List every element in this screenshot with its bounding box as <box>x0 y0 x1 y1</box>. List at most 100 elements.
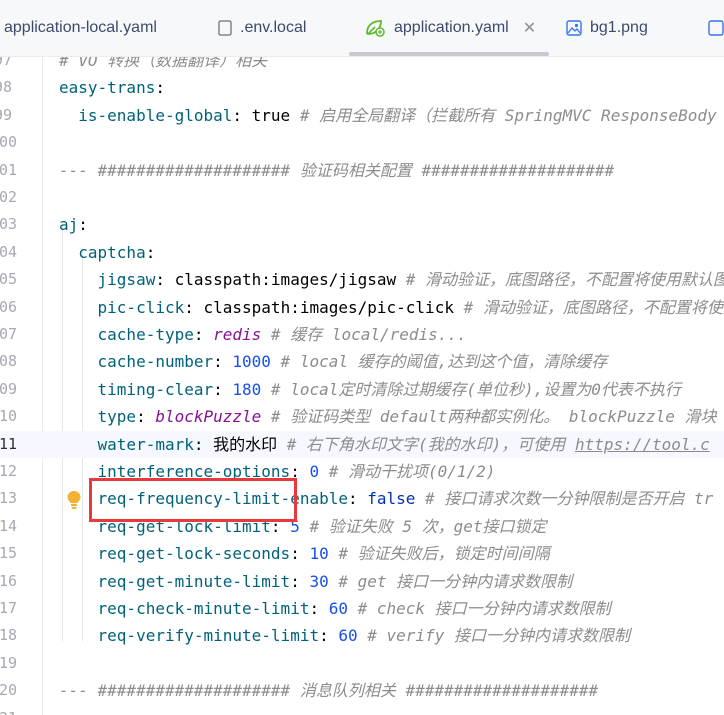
yaml-token: : <box>78 215 88 235</box>
code-line[interactable]: 107 cache-type: redis # 缓存 local/redis..… <box>0 321 724 348</box>
code-line[interactable]: 100 <box>0 129 724 156</box>
yaml-token: : <box>290 462 310 481</box>
code-text: # VO 转换（数据翻译）相关 <box>59 57 267 74</box>
code-line[interactable]: 117 req-check-minute-limit: 60 # check 接… <box>0 595 724 622</box>
yaml-comment: # check 接口一分钟内请求数限制 <box>347 599 611 618</box>
code-line[interactable]: 99 is-enable-global: true # 启用全局翻译（拦截所有 … <box>0 102 724 129</box>
code-line[interactable]: 97 # VO 转换（数据翻译）相关 <box>0 57 724 74</box>
yaml-comment[interactable]: https://tool.c <box>575 435 710 454</box>
tab-env-local[interactable]: .env.local <box>218 0 306 56</box>
line-number: 117 <box>0 599 18 617</box>
code-line[interactable]: 115 req-get-lock-seconds: 10 # 验证失败后，锁定时… <box>0 540 724 567</box>
tab-application-yaml[interactable]: application.yaml ✕ <box>364 0 536 56</box>
code-editor[interactable]: 97# VO 转换（数据翻译）相关98easy-trans:99 is-enab… <box>0 57 724 715</box>
yaml-token: true <box>251 105 300 125</box>
yaml-token <box>59 380 98 399</box>
line-number: 101 <box>0 160 18 179</box>
code-text: req-get-lock-seconds: 10 # 验证失败后，锁定时间间隔 <box>59 540 550 567</box>
line-number: 112 <box>0 462 18 480</box>
yaml-token: 30 <box>309 571 329 591</box>
code-text: req-verify-minute-limit: 60 # verify 接口一… <box>59 622 630 649</box>
yaml-comment: # 滑动验证，底图路径，不配置将使用默认 <box>463 297 724 317</box>
code-text: is-enable-global: true # 启用全局翻译（拦截所有 Spr… <box>59 102 717 129</box>
code-line[interactable]: 114 req-get-lock-limit: 5 # 验证失败 5 次，get… <box>0 513 724 540</box>
yaml-comment: # 启用全局翻译（拦截所有 SpringMVC ResponseBody <box>299 105 717 125</box>
code-line[interactable]: 113 req-frequency-limit-enable: false # … <box>0 485 724 512</box>
yaml-token: : <box>184 297 204 317</box>
yaml-token: : <box>193 434 214 454</box>
tab-label: application.yaml <box>394 19 509 36</box>
yaml-key: req-get-lock-limit <box>97 516 271 536</box>
tab-bg1-png[interactable]: bg1.png <box>566 0 648 56</box>
yaml-comment: # local定时清除过期缓存(单位秒),设置为0代表不执行 <box>261 379 681 399</box>
code-line[interactable]: 101 --- #################### 验证码相关配置 ####… <box>0 157 724 184</box>
code-line[interactable]: 104 captcha: <box>0 239 724 266</box>
yaml-comment: --- #################### 验证码相关配置 #######… <box>59 160 615 180</box>
line-number: 111 <box>0 434 18 453</box>
lightbulb-icon[interactable] <box>66 490 82 514</box>
code-text: req-get-lock-limit: 5 # 验证失败 5 次，get接口锁定 <box>59 513 547 540</box>
code-line[interactable]: 116 req-get-minute-limit: 30 # get 接口一分钟… <box>0 568 724 595</box>
yaml-comment: --- #################### 消息队列相关 ########… <box>59 681 599 701</box>
yaml-token <box>59 435 98 454</box>
yaml-token: : <box>347 489 368 509</box>
yaml-comment: # verify 接口一分钟内请求数限制 <box>357 626 630 646</box>
line-number: 99 <box>0 105 12 124</box>
code-text: --- #################### 消息队列相关 ########… <box>59 677 598 704</box>
line-number: 107 <box>0 325 18 343</box>
yaml-key: is-enable-global <box>78 105 233 125</box>
code-line[interactable]: 118 req-verify-minute-limit: 60 # verify… <box>0 622 724 649</box>
yaml-token <box>59 599 98 618</box>
code-line[interactable]: 98 easy-trans: <box>0 74 724 101</box>
code-line[interactable]: 121 <box>0 705 724 715</box>
yaml-token: : <box>155 78 165 98</box>
code-line[interactable]: 103 aj: <box>0 211 724 238</box>
close-icon[interactable]: ✕ <box>523 18 536 38</box>
yaml-token: false <box>367 489 416 509</box>
line-number: 121 <box>0 705 17 715</box>
line-number: 113 <box>0 489 18 508</box>
line-number: 114 <box>0 516 18 535</box>
yaml-token <box>59 243 78 262</box>
code-line[interactable]: 111 water-mark: 我的水印 # 右下角水印文字(我的水印)，可使用… <box>0 430 724 458</box>
code-text: jigsaw: classpath:images/jigsaw # 滑动验证，底… <box>59 266 724 293</box>
yaml-key: captcha <box>78 242 146 262</box>
code-text: timing-clear: 180 # local定时清除过期缓存(单位秒),设… <box>59 376 681 403</box>
yaml-token: : <box>290 544 310 564</box>
editor-tab-bar: application-local.yaml .env.local applic… <box>0 0 724 57</box>
code-line[interactable]: 110 type: blockPuzzle # 验证码类型 default两种都… <box>0 403 724 430</box>
yaml-comment: # 验证码类型 default两种都实例化。 blockPuzzle 滑块 <box>261 407 717 427</box>
code-line[interactable]: 109 timing-clear: 180 # local定时清除过期缓存(单位… <box>0 376 724 403</box>
code-line[interactable]: 108 cache-number: 1000 # local 缓存的阈值,达到这… <box>0 348 724 375</box>
yaml-key: interference-options <box>97 462 291 481</box>
yaml-token: classpath:images/pic-click <box>203 297 464 317</box>
yaml-token: 0 <box>309 462 320 481</box>
yaml-key: jigsaw <box>97 270 156 290</box>
yaml-token: classpath:images/jigsaw <box>174 270 406 290</box>
yaml-token: : <box>213 379 233 399</box>
yaml-token: : <box>213 352 233 372</box>
yaml-token: : <box>145 242 156 262</box>
yaml-key: req-get-minute-limit <box>97 571 291 591</box>
tab-overflow[interactable] <box>708 0 724 56</box>
yaml-comment: # 验证失败 5 次，get接口锁定 <box>299 516 547 536</box>
line-number: 119 <box>0 653 18 672</box>
yaml-comment: # 接口请求次数一分钟限制是否开启 tr <box>415 489 714 509</box>
yaml-comment: # local 缓存的阈值,达到这个值，清除缓存 <box>270 352 608 372</box>
yaml-token: : <box>155 270 175 290</box>
yaml-token: : <box>136 407 156 427</box>
yaml-key: req-get-lock-seconds <box>97 544 291 564</box>
yaml-token <box>59 462 98 481</box>
code-line[interactable]: 119 <box>0 650 724 677</box>
yaml-comment: # 验证失败后，锁定时间间隔 <box>328 544 550 564</box>
tab-application-local-yaml[interactable]: application-local.yaml <box>4 0 157 56</box>
code-line[interactable]: 105 jigsaw: classpath:images/jigsaw # 滑动… <box>0 266 724 293</box>
yaml-token <box>59 298 98 317</box>
line-number: 110 <box>0 407 18 426</box>
code-line[interactable]: 106 pic-click: classpath:images/pic-clic… <box>0 294 724 321</box>
line-number: 118 <box>0 626 18 645</box>
code-text: interference-options: 0 # 滑动干扰项(0/1/2) <box>59 458 496 485</box>
code-line[interactable]: 102 <box>0 184 724 211</box>
code-line[interactable]: 112 interference-options: 0 # 滑动干扰项(0/1/… <box>0 458 724 485</box>
code-line[interactable]: 120 --- #################### 消息队列相关 #####… <box>0 677 724 704</box>
